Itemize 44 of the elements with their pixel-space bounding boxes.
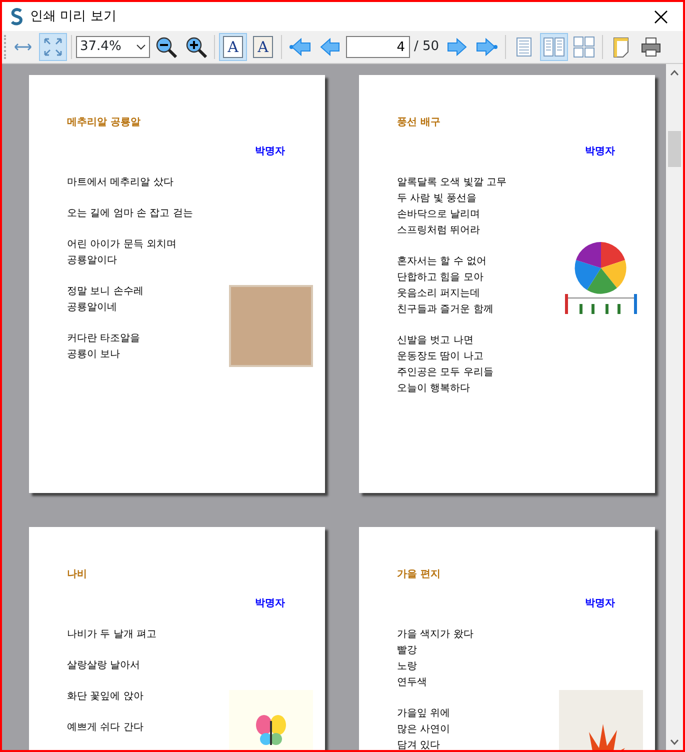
poem-line: 살랑살랑 날아서 bbox=[67, 659, 142, 673]
poem-line: 알록달록 오색 빛깔 고무 bbox=[397, 176, 508, 190]
poem-line: 많은 사연이 bbox=[397, 723, 452, 737]
poem-line: 신발을 벗고 나면 bbox=[397, 334, 474, 348]
poem-line: 가을 색지가 왔다 bbox=[397, 628, 474, 642]
poem-line: 화단 꽃잎에 앉아 bbox=[67, 690, 144, 704]
poem-line: 공룡이 보나 bbox=[67, 348, 122, 362]
poem-line: 연두색 bbox=[397, 676, 428, 690]
poem-line: 혼자서는 할 수 없어 bbox=[397, 255, 488, 269]
poem-line: 스프링처럼 뛰어라 bbox=[397, 224, 482, 238]
poem-title: 메추리알 공룡알 bbox=[67, 116, 142, 130]
poem-title: 나비 bbox=[67, 568, 88, 582]
text-mode-button[interactable]: A bbox=[219, 33, 247, 61]
poem-line: 가을잎 위에 bbox=[397, 707, 452, 721]
window-title: 인쇄 미리 보기 bbox=[30, 8, 118, 26]
poem-line: 웃음소리 퍼지는데 bbox=[397, 287, 482, 301]
poem-line: 빨강 bbox=[397, 644, 418, 658]
poem-line: 나비가 두 날개 펴고 bbox=[67, 628, 158, 642]
poem-title: 가을 편지 bbox=[397, 568, 442, 582]
zoom-dropdown[interactable]: 37.4% bbox=[76, 36, 150, 58]
page-number-field[interactable]: 4 bbox=[346, 36, 410, 58]
poem-line: 단합하고 힘을 모아 bbox=[397, 271, 484, 285]
poem-line: 공룡알이네 bbox=[67, 301, 118, 315]
poem-line: 손바닥으로 날리며 bbox=[397, 208, 482, 222]
poem-line: 오는 길에 엄마 손 잡고 걷는 bbox=[67, 207, 194, 221]
poem-line: 마트에서 메추리알 샀다 bbox=[67, 176, 174, 190]
poem-line: 커다란 타조알을 bbox=[67, 332, 142, 346]
poem-line: 친구들과 즐거운 함께 bbox=[397, 303, 494, 317]
poem-line: 운동장도 땀이 나고 bbox=[397, 350, 484, 364]
page-total: / 50 bbox=[413, 38, 440, 56]
poem-author: 박명자 bbox=[584, 145, 615, 159]
poem-author: 박명자 bbox=[254, 145, 285, 159]
poem-title: 풍선 배구 bbox=[397, 116, 442, 130]
poem-line: 정말 보니 손수레 bbox=[67, 285, 144, 299]
poem-line: 두 사람 빛 풍선을 bbox=[397, 192, 478, 206]
poem-author: 박명자 bbox=[254, 597, 285, 611]
poem-line: 주인공은 모두 우리들 bbox=[397, 366, 494, 380]
poem-line: 공룡알이다 bbox=[67, 254, 118, 268]
poem-line: 노랑 bbox=[397, 660, 418, 674]
poem-line: 어린 아이가 문득 외치며 bbox=[67, 238, 178, 252]
poem-author: 박명자 bbox=[584, 597, 615, 611]
poem-line: 오늘이 행복하다 bbox=[397, 382, 472, 396]
poem-line: 담겨 있다 bbox=[397, 739, 442, 750]
poem-line: 예쁘게 쉬다 간다 bbox=[67, 721, 144, 735]
